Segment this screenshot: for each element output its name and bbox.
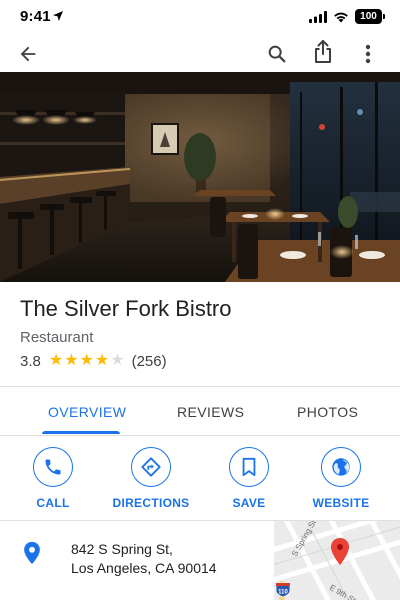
star-icon: ★ xyxy=(64,352,79,369)
website-button[interactable]: WEBSITE xyxy=(296,447,386,510)
directions-button-circle xyxy=(131,447,171,487)
save-label: SAVE xyxy=(232,496,266,510)
divider xyxy=(0,435,400,436)
more-vert-icon xyxy=(365,44,371,64)
app-bar xyxy=(0,36,400,72)
cellular-signal-icon xyxy=(309,10,327,23)
directions-button[interactable]: DIRECTIONS xyxy=(106,447,196,510)
status-time: 9:41 xyxy=(20,8,51,25)
place-category: Restaurant xyxy=(20,329,94,346)
call-button-circle xyxy=(33,447,73,487)
website-label: WEBSITE xyxy=(312,496,370,510)
more-options-button[interactable] xyxy=(352,38,384,70)
directions-label: DIRECTIONS xyxy=(112,496,190,510)
rating-row[interactable]: 3.8 ★ ★ ★ ★ ★ (256) xyxy=(20,352,167,370)
share-icon xyxy=(315,40,331,63)
location-arrow-icon xyxy=(53,11,63,21)
website-button-circle xyxy=(321,447,361,487)
search-icon xyxy=(268,45,286,63)
share-button[interactable] xyxy=(307,36,339,68)
star-icon: ★ xyxy=(79,352,94,369)
rating-stars: ★ ★ ★ ★ ★ xyxy=(49,353,125,369)
divider xyxy=(0,386,400,387)
place-photo[interactable] xyxy=(0,72,400,282)
map-thumbnail: S Spring St E 9th St 110 xyxy=(274,521,400,600)
globe-icon xyxy=(332,458,350,476)
bookmark-icon xyxy=(242,457,256,477)
battery-level: 100 xyxy=(360,11,377,22)
restaurant-interior-image xyxy=(0,72,400,282)
address-line-1: 842 S Spring St, xyxy=(71,541,173,557)
battery-indicator: 100 xyxy=(355,9,385,24)
action-buttons: CALL DIRECTIONS SAVE WEBSITE xyxy=(0,447,400,519)
tab-overview[interactable]: OVERVIEW xyxy=(48,404,126,420)
tab-bar: OVERVIEW REVIEWS PHOTOS xyxy=(0,388,400,435)
location-pin-icon xyxy=(24,541,40,565)
star-icon: ★ xyxy=(94,352,110,369)
review-count: (256) xyxy=(131,352,167,370)
wifi-icon xyxy=(334,12,348,22)
call-label: CALL xyxy=(36,496,70,510)
tab-photos[interactable]: PHOTOS xyxy=(297,404,358,420)
address-row[interactable]: 842 S Spring St, Los Angeles, CA 90014 S… xyxy=(0,521,400,600)
call-button[interactable]: CALL xyxy=(8,447,98,510)
place-name: The Silver Fork Bistro xyxy=(20,296,232,321)
mini-map[interactable]: S Spring St E 9th St 110 xyxy=(274,521,400,600)
phone-icon xyxy=(45,459,61,475)
highway-shield-number: 110 xyxy=(278,590,288,596)
active-tab-indicator xyxy=(42,431,120,434)
status-bar: 9:41 100 xyxy=(0,0,400,36)
directions-icon xyxy=(141,457,161,477)
tab-reviews[interactable]: REVIEWS xyxy=(177,404,244,420)
save-button-circle xyxy=(229,447,269,487)
search-button[interactable] xyxy=(261,38,293,70)
save-button[interactable]: SAVE xyxy=(204,447,294,510)
status-indicators: 100 xyxy=(309,9,385,24)
rating-value: 3.8 xyxy=(20,352,41,370)
star-icon: ★ xyxy=(110,352,125,369)
highway-shield-icon: 110 xyxy=(275,582,291,598)
address-line-2: Los Angeles, CA 90014 xyxy=(71,560,217,576)
star-icon: ★ xyxy=(48,352,64,369)
arrow-left-icon xyxy=(20,46,36,62)
back-button[interactable] xyxy=(12,38,44,70)
